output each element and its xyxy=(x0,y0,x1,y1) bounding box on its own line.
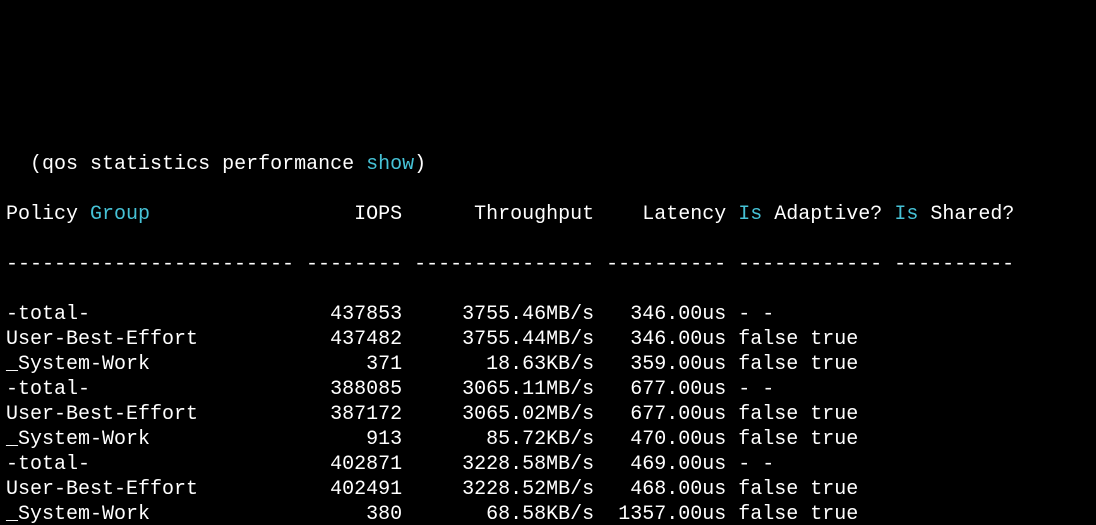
cell-shared: - xyxy=(762,453,774,476)
col-header-group: Group xyxy=(90,203,150,226)
cell-throughput: 3755.44MB/s xyxy=(462,328,594,351)
cell-adaptive: false xyxy=(738,478,798,501)
table-row: User-Best-Effort 437482 3755.44MB/s 346.… xyxy=(6,327,1096,352)
cell-throughput: 85.72KB/s xyxy=(486,428,594,451)
cell-policy-group: User-Best-Effort xyxy=(6,478,198,501)
cell-throughput: 3755.46MB/s xyxy=(462,303,594,326)
cell-shared: true xyxy=(810,503,858,525)
table-row: _System-Work 380 68.58KB/s 1357.00us fal… xyxy=(6,502,1096,525)
cell-iops: 387172 xyxy=(330,403,402,426)
cell-adaptive: - xyxy=(738,453,750,476)
cell-policy-group: _System-Work xyxy=(6,428,150,451)
table-row: _System-Work 913 85.72KB/s 470.00us fals… xyxy=(6,427,1096,452)
cell-adaptive: false xyxy=(738,353,798,376)
cell-iops: 402491 xyxy=(330,478,402,501)
col-header-latency: Latency xyxy=(642,203,726,226)
cell-iops: 371 xyxy=(366,353,402,376)
cell-throughput: 3228.58MB/s xyxy=(462,453,594,476)
col-header-throughput: Throughput xyxy=(474,203,594,226)
cell-latency: 468.00us xyxy=(630,478,726,501)
cell-shared: true xyxy=(810,353,858,376)
cell-policy-group: -total- xyxy=(6,303,90,326)
cell-shared: - xyxy=(762,303,774,326)
cmd-word-performance: performance xyxy=(222,153,354,176)
cell-latency: 677.00us xyxy=(630,378,726,401)
cell-policy-group: -total- xyxy=(6,453,90,476)
cell-adaptive: false xyxy=(738,503,798,525)
table-header: Policy Group IOPS Throughput Latency Is … xyxy=(6,202,1096,227)
cell-throughput: 3065.11MB/s xyxy=(462,378,594,401)
table-row: -total- 388085 3065.11MB/s 677.00us - - xyxy=(6,377,1096,402)
cell-policy-group: _System-Work xyxy=(6,503,150,525)
cmd-word-show: show xyxy=(366,153,414,176)
cell-iops: 380 xyxy=(366,503,402,525)
cell-policy-group: _System-Work xyxy=(6,353,150,376)
open-paren: ( xyxy=(6,153,42,176)
command-line: (qos statistics performance show) xyxy=(6,152,1096,177)
cell-throughput: 3065.02MB/s xyxy=(462,403,594,426)
cell-iops: 437853 xyxy=(330,303,402,326)
table-row: _System-Work 371 18.63KB/s 359.00us fals… xyxy=(6,352,1096,377)
cell-latency: 359.00us xyxy=(630,353,726,376)
cell-shared: true xyxy=(810,478,858,501)
cmd-word-qos: qos xyxy=(42,153,78,176)
cell-throughput: 18.63KB/s xyxy=(486,353,594,376)
col-header-shared: Shared? xyxy=(930,203,1014,226)
col-header-is-1: Is xyxy=(738,203,762,226)
cell-adaptive: - xyxy=(738,378,750,401)
cell-shared: - xyxy=(762,378,774,401)
cell-iops: 388085 xyxy=(330,378,402,401)
cell-latency: 677.00us xyxy=(630,403,726,426)
cell-iops: 402871 xyxy=(330,453,402,476)
col-header-adaptive: Adaptive? xyxy=(774,203,882,226)
cell-throughput: 68.58KB/s xyxy=(486,503,594,525)
cell-latency: 469.00us xyxy=(630,453,726,476)
cell-throughput: 3228.52MB/s xyxy=(462,478,594,501)
col-header-iops: IOPS xyxy=(354,203,402,226)
close-paren: ) xyxy=(414,153,426,176)
cell-policy-group: User-Best-Effort xyxy=(6,403,198,426)
cell-shared: true xyxy=(810,328,858,351)
table-row: -total- 402871 3228.58MB/s 469.00us - - xyxy=(6,452,1096,477)
cell-policy-group: -total- xyxy=(6,378,90,401)
col-header-is-2: Is xyxy=(894,203,918,226)
cell-adaptive: - xyxy=(738,303,750,326)
cell-latency: 346.00us xyxy=(630,303,726,326)
cell-iops: 913 xyxy=(366,428,402,451)
cell-latency: 1357.00us xyxy=(618,503,726,525)
table-row: User-Best-Effort 387172 3065.02MB/s 677.… xyxy=(6,402,1096,427)
cell-iops: 437482 xyxy=(330,328,402,351)
table-row: -total- 437853 3755.46MB/s 346.00us - - xyxy=(6,302,1096,327)
terminal-output: (qos statistics performance show) Policy… xyxy=(0,125,1096,525)
cell-adaptive: false xyxy=(738,403,798,426)
cell-adaptive: false xyxy=(738,428,798,451)
cell-latency: 470.00us xyxy=(630,428,726,451)
cmd-word-statistics: statistics xyxy=(90,153,210,176)
cell-shared: true xyxy=(810,403,858,426)
col-header-policy: Policy xyxy=(6,203,78,226)
header-separator: ------------------------ -------- ------… xyxy=(6,252,1096,277)
table-row: User-Best-Effort 402491 3228.52MB/s 468.… xyxy=(6,477,1096,502)
cell-latency: 346.00us xyxy=(630,328,726,351)
cell-shared: true xyxy=(810,428,858,451)
cell-policy-group: User-Best-Effort xyxy=(6,328,198,351)
cell-adaptive: false xyxy=(738,328,798,351)
